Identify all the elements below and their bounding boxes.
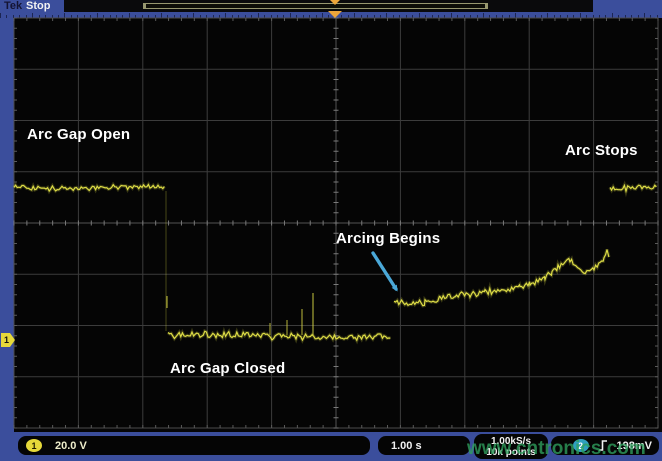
annotation-arc-gap-closed: Arc Gap Closed <box>170 360 285 377</box>
record-view-bar <box>143 3 488 9</box>
graticule-and-waveform <box>0 0 662 461</box>
left-edge-strip <box>0 18 14 432</box>
annotation-arc-stops: Arc Stops <box>565 142 638 159</box>
timebase-readout: 1.00 s <box>391 440 422 452</box>
annotation-arcing-begins: Arcing Begins <box>336 230 440 247</box>
channel1-badge: 1 <box>26 439 42 452</box>
status-bar-right-block <box>593 0 662 12</box>
trigger-position-marker-icon <box>328 11 342 18</box>
acquisition-state-label: Stop <box>26 0 50 12</box>
trigger-position-icon <box>330 0 340 5</box>
channel1-scale-readout: 20.0 V <box>55 440 87 452</box>
timebase-readout-box: 1.00 s <box>378 436 470 455</box>
annotation-arc-gap-open: Arc Gap Open <box>27 126 130 143</box>
watermark-text: www.cntronics.com <box>467 438 646 460</box>
brand-logo: Tek <box>4 0 22 12</box>
oscilloscope-screen: Tek Stop 1 Arc Gap Open Arc Stops Arcing… <box>0 0 662 461</box>
channel1-readout-box: 1 20.0 V <box>18 436 370 455</box>
